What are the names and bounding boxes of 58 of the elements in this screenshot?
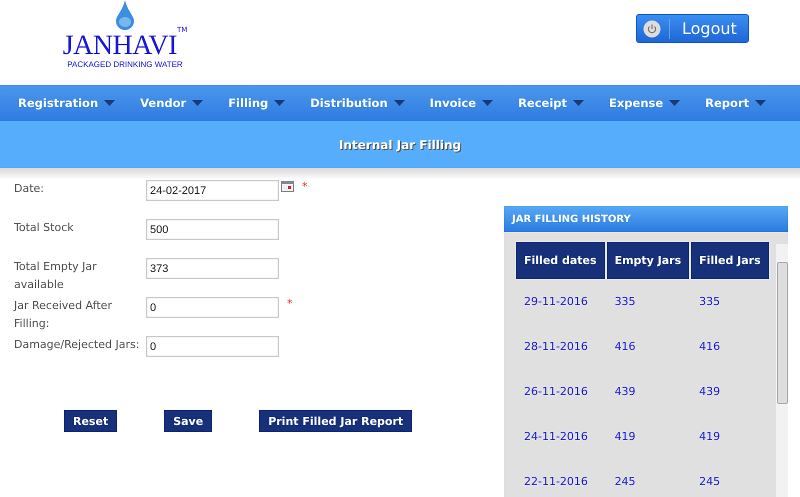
caret-icon [394, 100, 405, 106]
table-cell-text: 416 [698, 339, 722, 355]
input-field[interactable]: 24-02-2017 [146, 180, 279, 201]
nav-menu-item[interactable]: Invoice [430, 96, 494, 110]
caret-icon [104, 100, 116, 106]
caret-icon [755, 100, 766, 106]
required-mark: * [287, 297, 292, 310]
nav-menu-item[interactable]: Expense [609, 96, 680, 110]
column-header: Empty Jars [606, 242, 690, 279]
column-header: Filled Jars [691, 242, 769, 279]
input-field[interactable]: 0 [146, 297, 279, 318]
table-cell-text: 419 [614, 429, 637, 445]
table-cell-text: 335 [698, 294, 722, 310]
input-field[interactable]: 0 [146, 336, 279, 357]
scrollbar[interactable] [776, 244, 788, 497]
nav-menu-item[interactable]: Distribution [310, 96, 405, 110]
panel-header: JAR FILLING HISTORY [504, 206, 788, 232]
logo-wordmark: JANHAVI [62, 32, 177, 60]
table-cell-text: 419 [698, 429, 722, 445]
required-mark: * [302, 180, 308, 193]
table-cell-text: 29-11-2016 [523, 294, 589, 310]
page-title: Internal Jar Filling [338, 138, 462, 152]
nav-menu-item[interactable]: Filling [228, 96, 286, 110]
table-cell-text: 24-11-2016 [523, 429, 589, 445]
caret-icon [192, 100, 204, 106]
nav-menu-item[interactable]: Registration [18, 96, 116, 110]
column-header: Filled dates [516, 242, 605, 279]
form-button[interactable]: Save [164, 410, 212, 432]
nav-menu-item[interactable]: Report [705, 96, 766, 110]
form-button[interactable]: Print Filled Jar Report [259, 410, 412, 432]
table-cell-text: 28-11-2016 [523, 339, 589, 355]
calendar-icon[interactable] [281, 181, 294, 192]
caret-icon [669, 100, 680, 106]
table-cell-text: 416 [614, 339, 637, 355]
field-label: Total Empty Jar available [14, 259, 98, 293]
caret-icon [274, 100, 286, 106]
power-icon [643, 20, 661, 38]
nav-menu-item[interactable]: Receipt [518, 96, 584, 110]
table-cell-text: 439 [698, 384, 722, 400]
caret-icon [482, 100, 494, 106]
caret-icon [573, 100, 584, 106]
field-label: Total Stock [14, 220, 75, 236]
water-drop-icon [115, 0, 135, 30]
table-cell-text: 22-11-2016 [523, 474, 589, 490]
logo-tagline: PACKAGED DRINKING WATER [67, 60, 183, 69]
logout-button[interactable]: Logout [636, 14, 749, 43]
field-label: Damage/Rejected Jars: [14, 337, 140, 353]
table-cell-text: 245 [698, 474, 722, 490]
input-field[interactable]: 373 [146, 258, 279, 279]
table-cell-text: 335 [614, 294, 637, 310]
field-label: Date: [14, 181, 45, 197]
nav-menu-item[interactable]: Vendor [140, 96, 204, 110]
table-cell-text: 26-11-2016 [523, 384, 589, 400]
input-field[interactable]: 500 [146, 219, 279, 240]
field-label: Jar Received After Filling: [14, 298, 113, 332]
form-button[interactable]: Reset [64, 410, 118, 432]
table-cell-text: 245 [614, 474, 637, 490]
table-cell-text: 439 [614, 384, 637, 400]
